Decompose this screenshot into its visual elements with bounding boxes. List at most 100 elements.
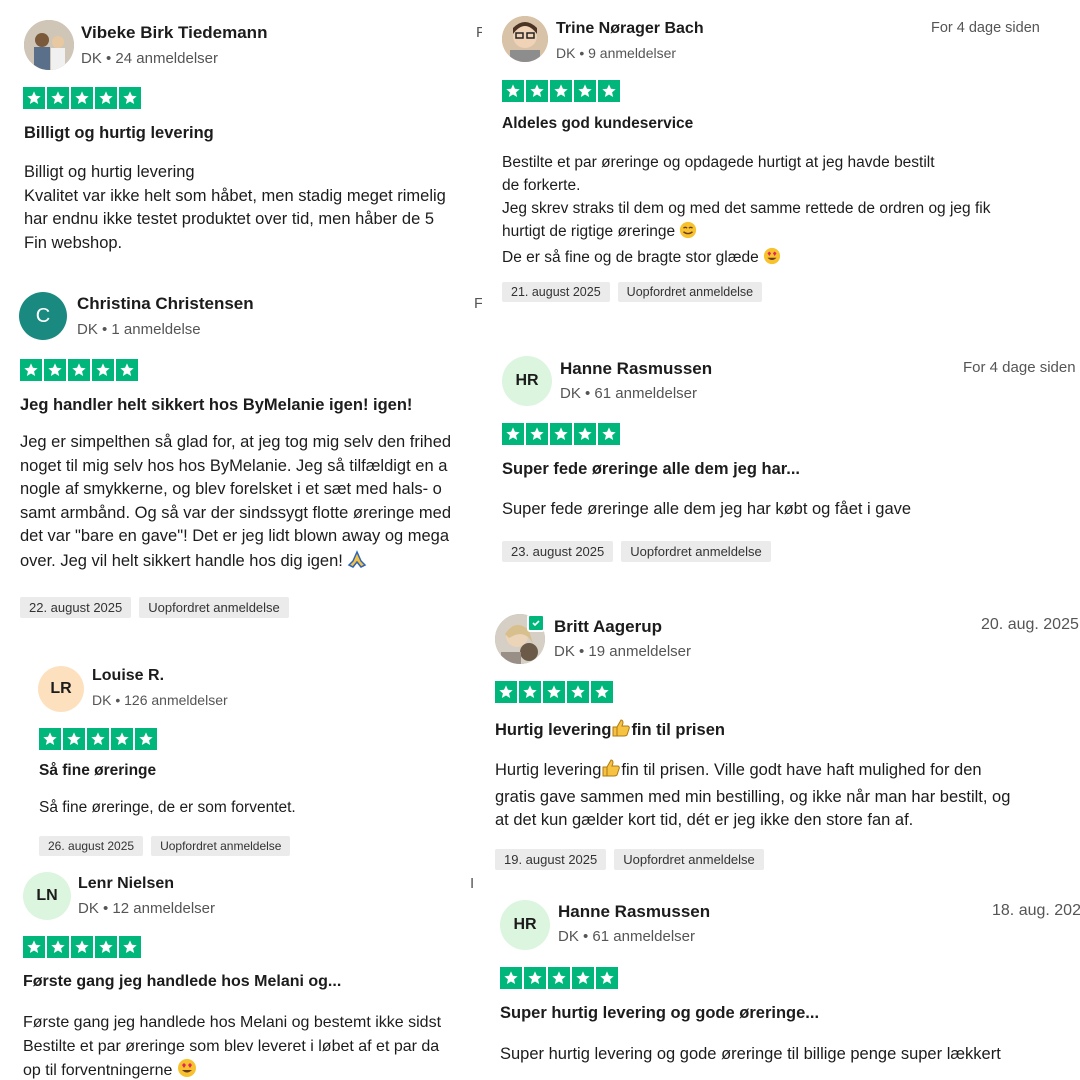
reviewer-meta: DK • 24 anmeldelser — [81, 50, 218, 67]
star-rating — [20, 359, 138, 381]
review-date: I — [470, 875, 475, 892]
star-icon — [71, 936, 93, 958]
reviewer-name[interactable]: Vibeke Birk Tiedemann — [81, 23, 267, 43]
star-icon — [20, 359, 42, 381]
star-rating — [23, 87, 141, 109]
reviewer-meta: DK • 126 anmeldelser — [92, 692, 228, 708]
review-body: Første gang jeg handlede hos Melani og b… — [23, 1011, 441, 1080]
review-date-tag: 19. august 2025 — [495, 849, 607, 870]
review-body: Billigt og hurtig levering Kvalitet var … — [24, 163, 446, 252]
star-icon — [23, 87, 45, 109]
star-icon — [95, 936, 117, 958]
star-icon — [47, 936, 69, 958]
review-body: Super fede øreringe alle dem jeg har køb… — [502, 500, 912, 518]
reviewer-name[interactable]: Hanne Rasmussen — [558, 902, 710, 922]
unprompted-tag: Uopfordret anmeldelse — [151, 836, 291, 856]
review-card: C Christina Christensen DK • 1 anmeldels… — [18, 290, 482, 625]
reviewer-meta: DK • 61 anmeldelser — [558, 928, 695, 945]
reviewer-name[interactable]: Britt Aagerup — [554, 617, 662, 637]
review-date-tag: 22. august 2025 — [20, 597, 132, 618]
star-icon — [598, 80, 620, 102]
review-card: LR Louise R. DK • 126 anmeldelser Så fin… — [38, 662, 478, 862]
star-icon — [550, 80, 572, 102]
review-title[interactable]: Første gang jeg handlede hos Melani og..… — [23, 973, 341, 991]
thumbs-up-icon — [601, 758, 621, 786]
review-tags: 23. august 2025 Uopfordret anmeldelse — [502, 541, 771, 562]
unprompted-tag: Uopfordret anmeldelse — [614, 849, 764, 870]
pray-hands-icon — [347, 549, 367, 577]
star-rating — [502, 423, 620, 445]
review-title[interactable]: Jeg handler helt sikkert hos ByMelanie i… — [20, 396, 412, 415]
review-body: Super hurtig levering og gode øreringe t… — [500, 1045, 1001, 1063]
review-card: LN Lenr Nielsen DK • 12 anmeldelser I Fø… — [22, 870, 482, 1080]
star-icon — [71, 87, 93, 109]
reviewer-avatar[interactable]: C — [19, 292, 67, 340]
review-date-tag: 23. august 2025 — [502, 541, 614, 562]
star-icon — [111, 728, 133, 750]
star-rating — [39, 728, 157, 750]
reviewer-name[interactable]: Lenr Nielsen — [78, 875, 174, 893]
unprompted-tag: Uopfordret anmeldelse — [617, 282, 763, 302]
star-icon — [87, 728, 109, 750]
review-tags: 21. august 2025 Uopfordret anmeldelse — [502, 282, 763, 302]
review-title[interactable]: Super fede øreringe alle dem jeg har... — [502, 460, 800, 479]
review-date: 18. aug. 2025 — [992, 902, 1080, 919]
star-icon — [598, 423, 620, 445]
star-icon — [116, 359, 138, 381]
reviewer-meta: DK • 61 anmeldelser — [560, 385, 697, 402]
unprompted-tag: Uopfordret anmeldelse — [139, 597, 289, 618]
reviewer-avatar[interactable]: HR — [500, 900, 550, 950]
review-title[interactable]: Aldeles god kundeservice — [502, 115, 693, 133]
star-icon — [502, 423, 524, 445]
reviewer-avatar[interactable]: LR — [38, 666, 84, 712]
star-icon — [519, 681, 541, 703]
reviewer-meta: DK • 9 anmeldelser — [556, 45, 677, 61]
review-card: Vibeke Birk Tiedemann DK • 24 anmeldelse… — [22, 18, 482, 268]
reviewer-name[interactable]: Hanne Rasmussen — [560, 359, 712, 379]
reviewer-name[interactable]: Louise R. — [92, 667, 164, 685]
review-title[interactable]: Billigt og hurtig levering — [24, 124, 214, 143]
review-tags: 19. august 2025 Uopfordret anmeldelse — [495, 849, 764, 870]
review-date: F — [476, 24, 482, 41]
star-icon — [543, 681, 565, 703]
review-tags: 22. august 2025 Uopfordret anmeldelse — [20, 597, 289, 618]
review-card: Trine Nørager Bach DK • 9 anmeldelser Fo… — [500, 14, 1060, 314]
star-icon — [68, 359, 90, 381]
heart-eyes-emoji-icon — [177, 1058, 197, 1080]
star-icon — [63, 728, 85, 750]
star-icon — [567, 681, 589, 703]
star-icon — [23, 936, 45, 958]
review-title[interactable]: Super hurtig levering og gode øreringe..… — [500, 1004, 819, 1023]
star-icon — [574, 80, 596, 102]
reviewer-name[interactable]: Trine Nørager Bach — [556, 20, 704, 38]
review-card: HR Hanne Rasmussen DK • 61 anmeldelser F… — [500, 354, 1080, 574]
smiling-emoji-icon — [679, 221, 697, 246]
review-date: For 4 dage siden — [931, 20, 1040, 36]
review-body: Hurtig levering fin til prisen. Ville god… — [495, 758, 1010, 833]
star-icon — [596, 967, 618, 989]
reviewer-name[interactable]: Christina Christensen — [77, 294, 254, 314]
star-rating — [495, 681, 613, 703]
star-icon — [47, 87, 69, 109]
reviewer-avatar[interactable]: LN — [23, 872, 71, 920]
star-icon — [550, 423, 572, 445]
review-date-tag: 26. august 2025 — [39, 836, 144, 856]
reviewer-meta: DK • 1 anmeldelse — [77, 321, 201, 338]
reviewer-meta: DK • 19 anmeldelser — [554, 643, 691, 660]
review-body: Bestilte et par øreringe og opdagede hur… — [502, 151, 990, 272]
review-body: Jeg er simpelthen så glad for, at jeg to… — [20, 431, 451, 576]
star-icon — [524, 967, 546, 989]
star-icon — [495, 681, 517, 703]
review-title[interactable]: Hurtig levering fin til prisen — [495, 718, 725, 743]
star-icon — [119, 936, 141, 958]
star-rating — [502, 80, 620, 102]
reviewer-avatar[interactable] — [24, 20, 74, 70]
star-icon — [548, 967, 570, 989]
verified-badge-icon — [527, 614, 545, 632]
reviewer-avatar[interactable]: HR — [502, 356, 552, 406]
review-title[interactable]: Så fine øreringe — [39, 762, 156, 780]
star-icon — [39, 728, 61, 750]
review-date: For 4 dage siden — [963, 359, 1076, 376]
star-icon — [92, 359, 114, 381]
reviewer-avatar[interactable] — [502, 16, 548, 62]
